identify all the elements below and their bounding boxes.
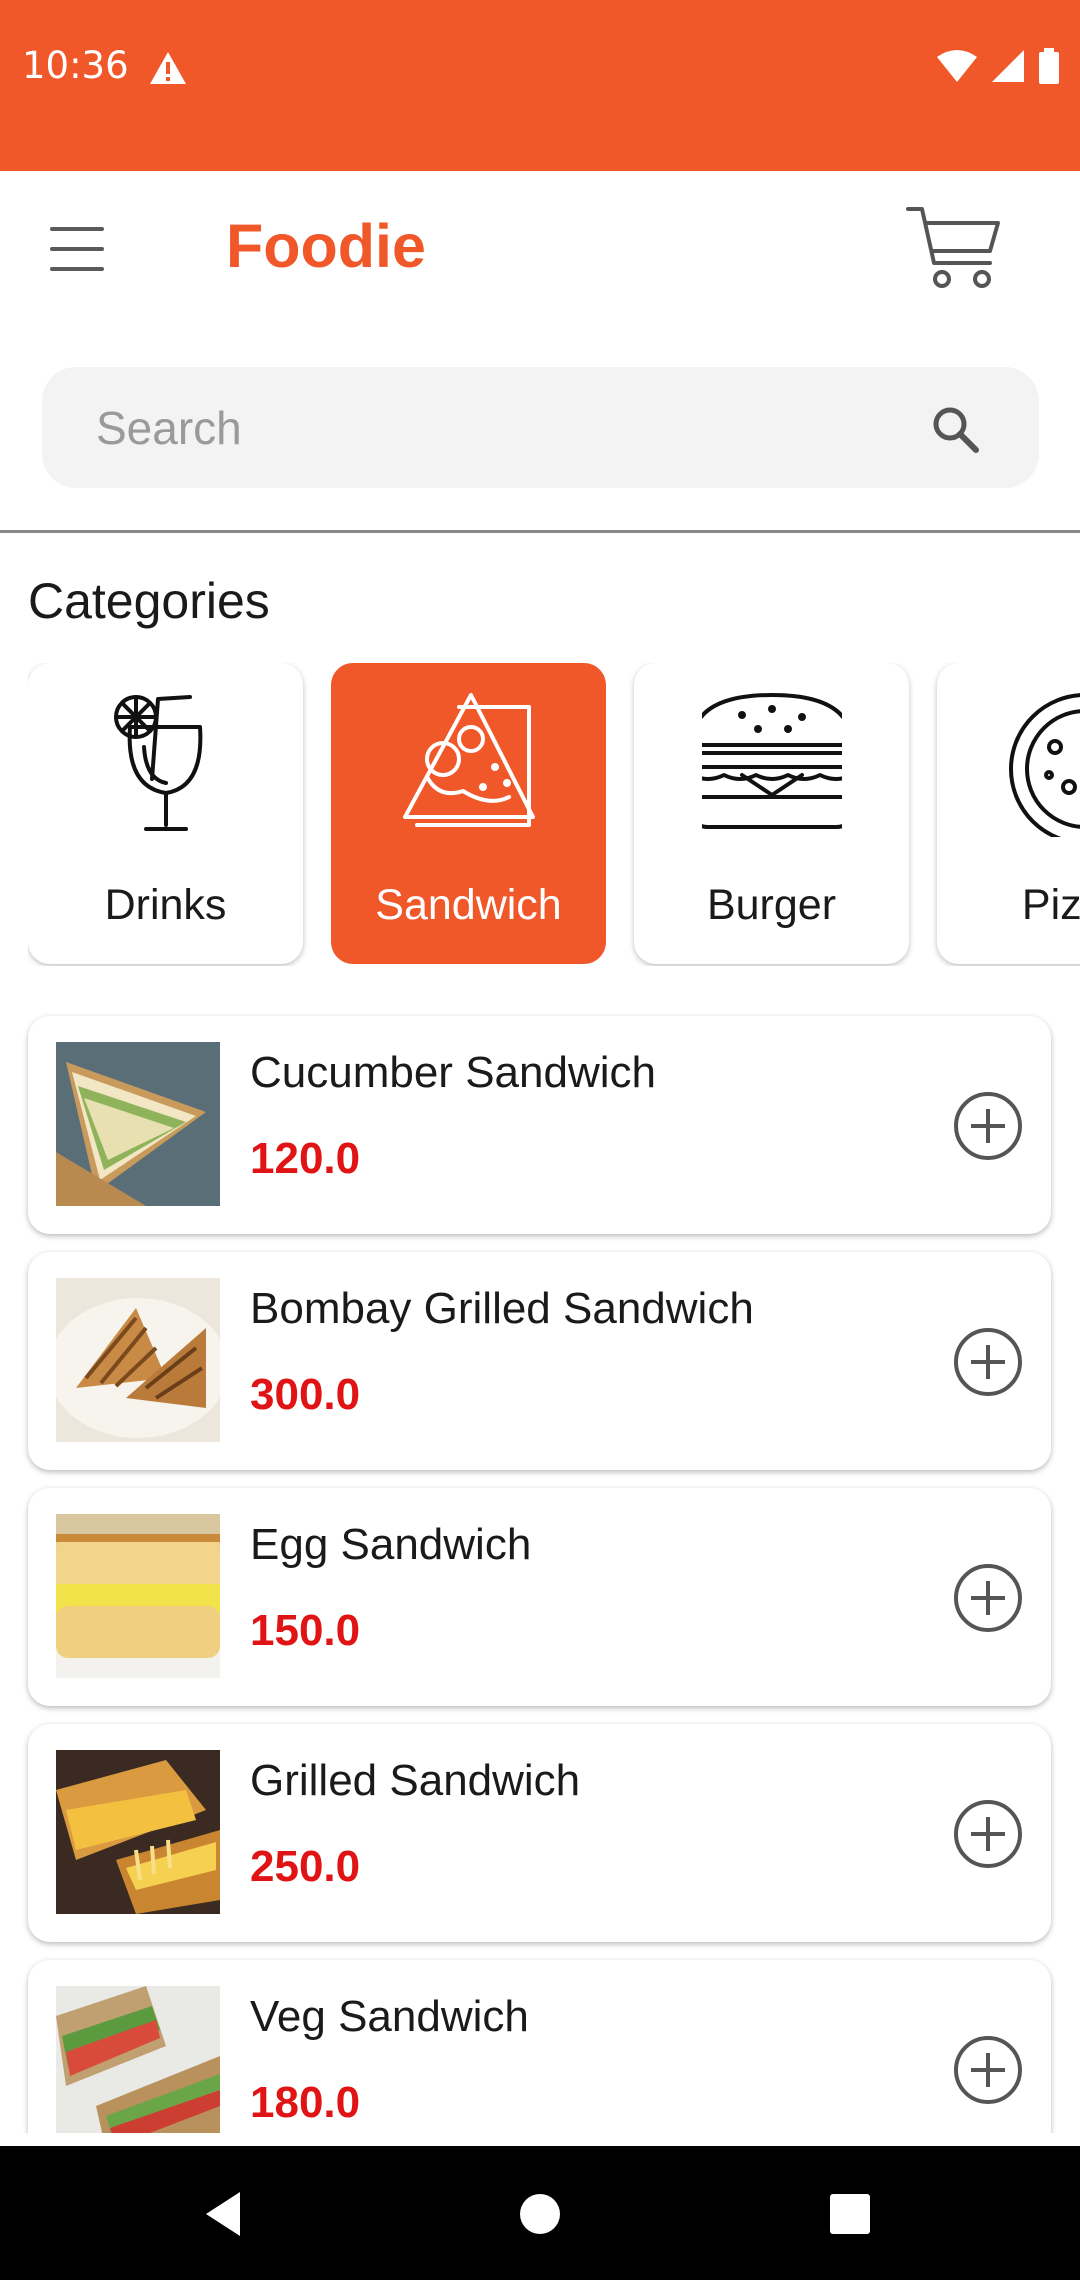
battery-icon xyxy=(1039,48,1059,84)
search-icon[interactable] xyxy=(929,403,981,455)
product-image-bombay-grilled-sandwich xyxy=(56,1278,220,1442)
app-title: Foodie xyxy=(226,212,426,280)
add-to-cart-icon[interactable] xyxy=(953,2035,1023,2105)
category-label: Burger xyxy=(706,881,837,929)
product-list: Cucumber Sandwich 120.0 Bombay Grilled S… xyxy=(0,1000,1080,2133)
shopping-cart-icon[interactable] xyxy=(906,201,1002,297)
product-image-egg-sandwich xyxy=(56,1514,220,1678)
product-card[interactable]: Cucumber Sandwich 120.0 xyxy=(28,1016,1051,1234)
product-price: 150.0 xyxy=(250,1606,361,1655)
category-pizza[interactable]: Pizza xyxy=(937,663,1080,964)
product-card[interactable]: Grilled Sandwich 250.0 xyxy=(28,1724,1051,1942)
status-time: 10:36 xyxy=(22,44,129,87)
app-toolbar: Foodie xyxy=(0,171,1080,326)
product-price: 120.0 xyxy=(250,1134,361,1183)
back-icon[interactable] xyxy=(194,2182,258,2246)
divider xyxy=(0,530,1080,533)
product-price: 180.0 xyxy=(250,2078,361,2127)
add-to-cart-icon[interactable] xyxy=(953,1327,1023,1397)
product-image-grilled-sandwich xyxy=(56,1750,220,1914)
categories-title: Categories xyxy=(28,573,270,629)
drink-icon xyxy=(114,695,203,831)
product-name: Grilled Sandwich xyxy=(250,1756,581,1805)
product-card[interactable]: Egg Sandwich 150.0 xyxy=(28,1488,1051,1706)
product-image-cucumber-sandwich xyxy=(56,1042,220,1206)
hamburger-menu-icon[interactable] xyxy=(40,223,114,275)
search-input[interactable] xyxy=(96,367,916,488)
product-name: Veg Sandwich xyxy=(250,1992,529,2041)
product-name: Cucumber Sandwich xyxy=(250,1048,656,1097)
add-to-cart-icon[interactable] xyxy=(953,1799,1023,1869)
pizza-icon xyxy=(1009,693,1080,837)
burger-icon xyxy=(702,693,842,829)
category-label: Pizza xyxy=(1021,881,1080,929)
status-bar: 10:36 xyxy=(0,0,1080,171)
product-name: Bombay Grilled Sandwich xyxy=(250,1284,754,1333)
category-sandwich[interactable]: Sandwich xyxy=(331,663,606,964)
category-list: Drinks Sandwich Burger Piz xyxy=(28,663,1080,966)
signal-icon xyxy=(992,50,1024,82)
wifi-icon xyxy=(937,50,977,82)
sandwich-icon xyxy=(403,693,535,827)
home-icon[interactable] xyxy=(508,2182,572,2246)
warning-icon xyxy=(150,52,186,84)
add-to-cart-icon[interactable] xyxy=(953,1563,1023,1633)
category-drinks[interactable]: Drinks xyxy=(28,663,303,964)
product-image-veg-sandwich xyxy=(56,1986,220,2133)
product-price: 250.0 xyxy=(250,1842,361,1891)
add-to-cart-icon[interactable] xyxy=(953,1091,1023,1161)
product-card[interactable]: Bombay Grilled Sandwich 300.0 xyxy=(28,1252,1051,1470)
recents-icon[interactable] xyxy=(818,2182,882,2246)
category-burger[interactable]: Burger xyxy=(634,663,909,964)
category-label: Drinks xyxy=(104,881,227,929)
system-nav-bar xyxy=(0,2146,1080,2280)
product-card[interactable]: Veg Sandwich 180.0 xyxy=(28,1960,1051,2133)
category-label: Sandwich xyxy=(375,881,562,929)
search-bar xyxy=(42,367,1039,488)
product-price: 300.0 xyxy=(250,1370,361,1419)
product-name: Egg Sandwich xyxy=(250,1520,532,1569)
